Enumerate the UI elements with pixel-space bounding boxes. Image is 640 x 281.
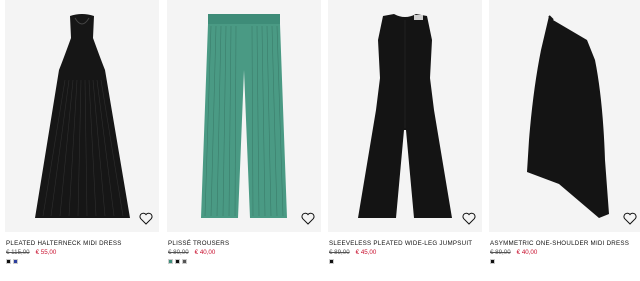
wishlist-heart-icon[interactable]: [623, 212, 637, 225]
product-card[interactable]: PLEATED HALTERNECK MIDI DRESS € 115,00 € …: [5, 0, 159, 281]
color-swatch[interactable]: [13, 259, 18, 264]
original-price: € 89,00: [490, 249, 511, 256]
color-swatches: [329, 259, 334, 264]
asymmetric-dress-image: [527, 15, 609, 218]
original-price: € 89,00: [329, 249, 350, 256]
product-image[interactable]: [328, 0, 482, 232]
product-price: € 115,00 € 55,00: [6, 249, 56, 256]
color-swatch[interactable]: [329, 259, 334, 264]
product-name[interactable]: PLISSÉ TROUSERS: [168, 240, 229, 247]
color-swatch[interactable]: [168, 259, 173, 264]
product-card[interactable]: PLISSÉ TROUSERS € 80,00 € 40,00: [167, 0, 321, 281]
plisse-trousers-image: [201, 14, 287, 218]
sale-price: € 45,00: [355, 249, 377, 256]
sale-price: € 40,00: [194, 249, 216, 256]
color-swatches: [490, 259, 495, 264]
color-swatches: [168, 259, 187, 264]
product-price: € 80,00 € 40,00: [168, 249, 215, 256]
color-swatch[interactable]: [490, 259, 495, 264]
product-image[interactable]: [167, 0, 321, 232]
product-price: € 89,00 € 45,00: [329, 249, 376, 256]
wishlist-heart-icon[interactable]: [139, 212, 153, 225]
product-image[interactable]: [5, 0, 159, 232]
sale-price: € 40,00: [516, 249, 538, 256]
color-swatches: [6, 259, 18, 264]
original-price: € 115,00: [6, 249, 30, 256]
product-grid: PLEATED HALTERNECK MIDI DRESS € 115,00 € …: [0, 0, 640, 281]
color-swatch[interactable]: [175, 259, 180, 264]
product-card[interactable]: ASYMMETRIC ONE-SHOULDER MIDI DRESS € 89,…: [489, 0, 640, 281]
product-name[interactable]: SLEEVELESS PLEATED WIDE-LEG JUMPSUIT: [329, 240, 472, 247]
color-swatch[interactable]: [6, 259, 11, 264]
color-swatch[interactable]: [182, 259, 187, 264]
product-price: € 89,00 € 40,00: [490, 249, 537, 256]
product-name[interactable]: ASYMMETRIC ONE-SHOULDER MIDI DRESS: [490, 240, 629, 247]
wishlist-heart-icon[interactable]: [462, 212, 476, 225]
product-image[interactable]: [489, 0, 640, 232]
wishlist-heart-icon[interactable]: [301, 212, 315, 225]
product-name[interactable]: PLEATED HALTERNECK MIDI DRESS: [6, 240, 122, 247]
sale-price: € 55,00: [35, 249, 57, 256]
pleated-halterneck-dress-image: [35, 14, 130, 218]
product-card[interactable]: SLEEVELESS PLEATED WIDE-LEG JUMPSUIT € 8…: [328, 0, 482, 281]
original-price: € 80,00: [168, 249, 189, 256]
sleeveless-jumpsuit-image: [358, 14, 452, 218]
